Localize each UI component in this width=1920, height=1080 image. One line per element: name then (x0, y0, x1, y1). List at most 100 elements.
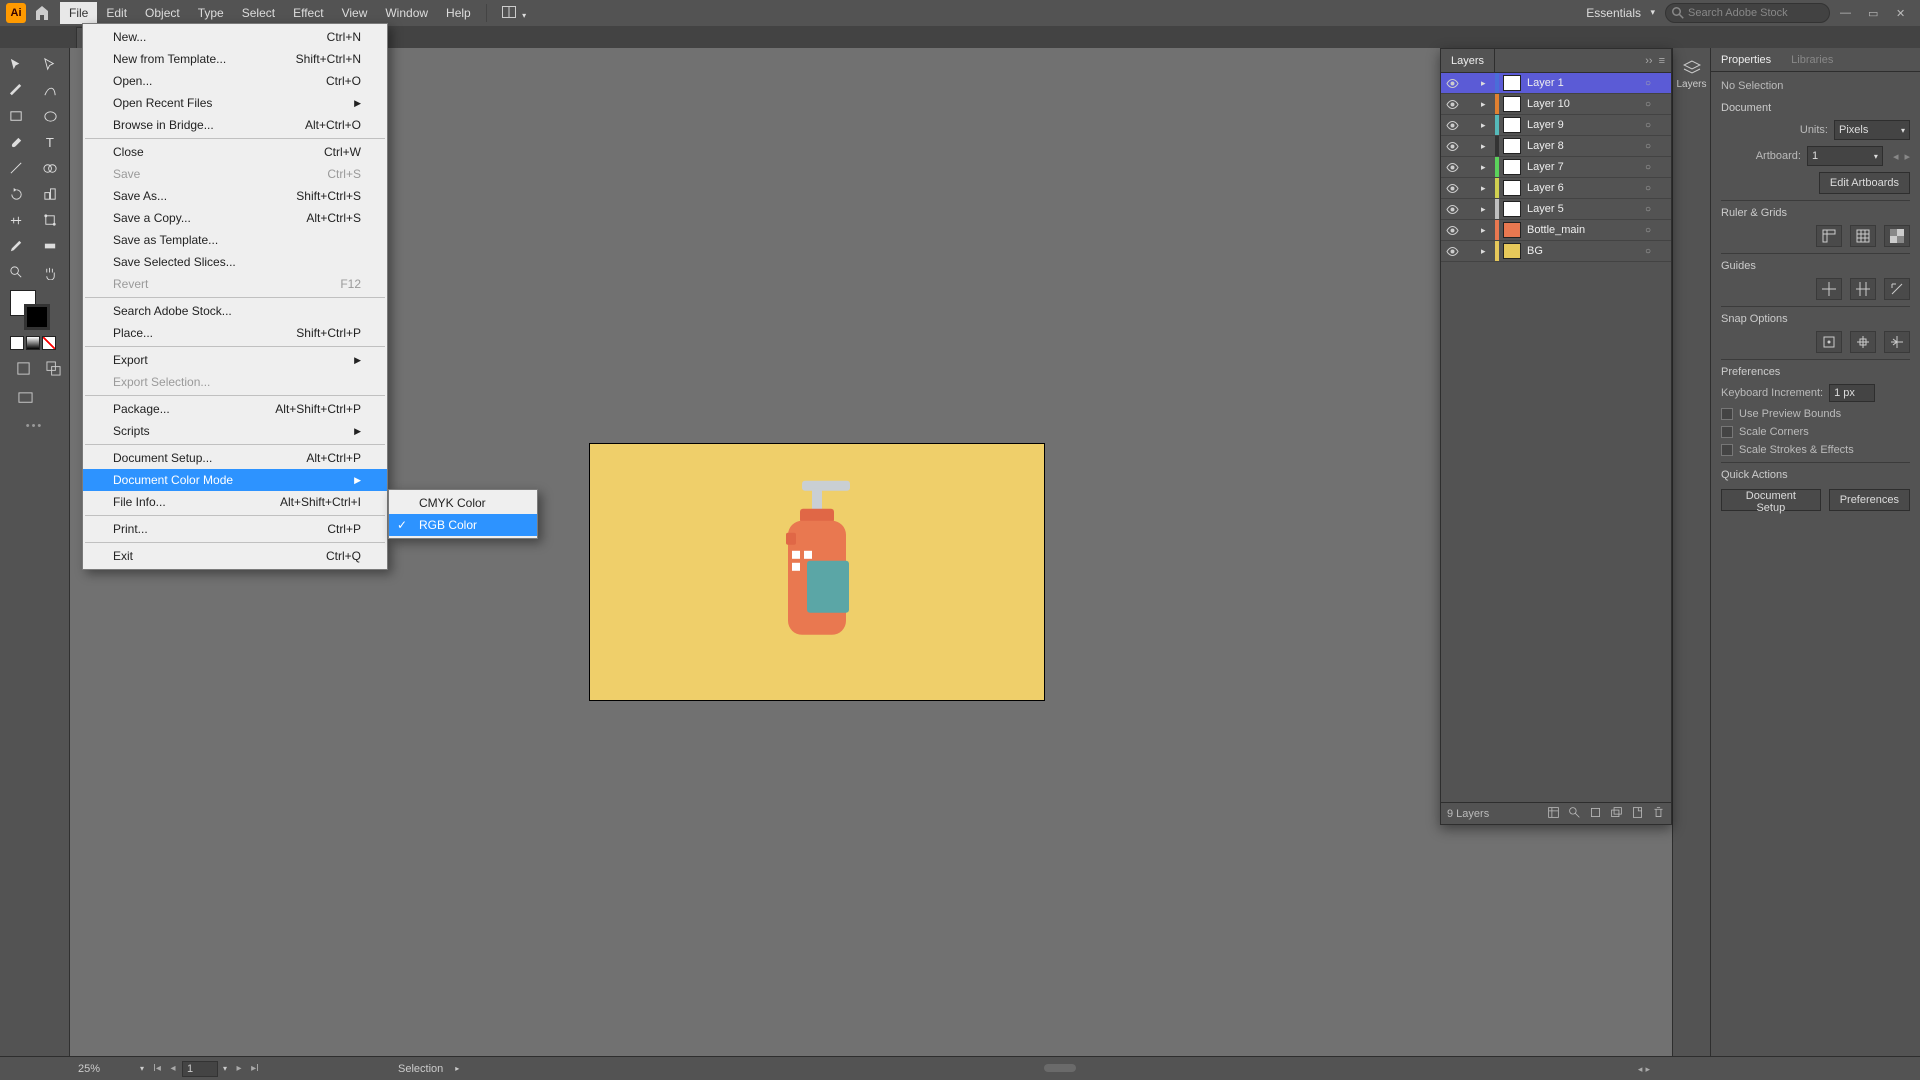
expand-layer-icon[interactable]: ▸ (1481, 141, 1495, 152)
new-sublayer-icon[interactable] (1610, 806, 1623, 822)
lock-guides-icon[interactable] (1850, 278, 1876, 300)
prev-artboard-icon[interactable]: ◂ (1893, 150, 1899, 163)
layer-name[interactable]: Layer 5 (1525, 203, 1639, 215)
zoom-tool[interactable] (2, 260, 32, 284)
file-menu-browse-in-bridge-[interactable]: Browse in Bridge...Alt+Ctrl+O (83, 114, 387, 136)
visibility-toggle-icon[interactable] (1441, 226, 1463, 235)
workspace-switcher[interactable]: Essentials (1586, 6, 1655, 20)
next-artboard-nav-icon[interactable]: ▸ (232, 1063, 246, 1074)
scroll-left-icon[interactable]: ◂ (1638, 1064, 1643, 1074)
expand-layer-icon[interactable]: ▸ (1481, 183, 1495, 194)
menu-object[interactable]: Object (136, 2, 189, 24)
toolbox-more-icon[interactable]: ••• (2, 420, 67, 432)
screenmode-icon[interactable] (10, 386, 40, 410)
gradient-tool[interactable] (36, 234, 66, 258)
checkbox-scale-strokes[interactable] (1721, 444, 1733, 456)
rectangle-tool[interactable] (2, 104, 32, 128)
file-menu-save-a-copy-[interactable]: Save a Copy...Alt+Ctrl+S (83, 207, 387, 229)
layer-row[interactable]: ▸ Layer 1○ (1441, 73, 1671, 94)
search-stock-input[interactable]: Search Adobe Stock (1665, 3, 1830, 23)
menu-file[interactable]: File (60, 2, 97, 24)
pen-tool[interactable] (2, 78, 32, 102)
visibility-toggle-icon[interactable] (1441, 184, 1463, 193)
hscroll-thumb[interactable] (1044, 1064, 1076, 1072)
artboard-number-input[interactable]: 1 (182, 1061, 218, 1077)
visibility-toggle-icon[interactable] (1441, 100, 1463, 109)
scale-tool[interactable] (36, 182, 66, 206)
menu-view[interactable]: View (333, 2, 377, 24)
layer-row[interactable]: ▸Layer 6○ (1441, 178, 1671, 199)
file-menu-close[interactable]: CloseCtrl+W (83, 141, 387, 163)
layer-name[interactable]: Layer 6 (1525, 182, 1639, 194)
layer-row[interactable]: ▸Bottle_main○ (1441, 220, 1671, 241)
visibility-toggle-icon[interactable] (1441, 79, 1463, 88)
expand-layer-icon[interactable]: ▸ (1481, 120, 1495, 131)
units-select[interactable]: Pixels▾ (1834, 120, 1910, 140)
target-icon[interactable]: ○ (1639, 78, 1657, 89)
file-menu-scripts[interactable]: Scripts▶ (83, 420, 387, 442)
layers-nub[interactable]: Layers (1677, 56, 1707, 94)
status-flyout-icon[interactable]: ▸ (455, 1064, 459, 1073)
target-icon[interactable]: ○ (1639, 204, 1657, 215)
expand-layer-icon[interactable]: ▸ (1481, 78, 1495, 89)
gradient-cell[interactable] (26, 336, 40, 350)
width-tool[interactable] (2, 208, 32, 232)
first-artboard-icon[interactable]: I◂ (150, 1063, 164, 1074)
ellipse-tool[interactable] (36, 104, 66, 128)
delete-layer-icon[interactable] (1652, 806, 1665, 822)
expand-layer-icon[interactable]: ▸ (1481, 162, 1495, 173)
snap-point-icon[interactable] (1816, 331, 1842, 353)
selection-tool[interactable] (2, 52, 32, 76)
layer-row[interactable]: ▸Layer 8○ (1441, 136, 1671, 157)
menu-effect[interactable]: Effect (284, 2, 332, 24)
checkbox-preview-bounds[interactable] (1721, 408, 1733, 420)
drawmode-normal-icon[interactable] (10, 356, 38, 380)
expand-layer-icon[interactable]: ▸ (1481, 246, 1495, 257)
window-maximize-icon[interactable]: ▭ (1868, 7, 1886, 19)
ruler-icon[interactable] (1816, 225, 1842, 247)
next-artboard-icon[interactable]: ▸ (1904, 150, 1910, 163)
file-menu-new-from-template-[interactable]: New from Template...Shift+Ctrl+N (83, 48, 387, 70)
window-close-icon[interactable]: ✕ (1896, 7, 1914, 19)
fill-stroke-swatches[interactable] (10, 290, 50, 330)
panel-collapse-icon[interactable]: ›› (1645, 55, 1652, 67)
file-menu-save-as-[interactable]: Save As...Shift+Ctrl+S (83, 185, 387, 207)
expand-layer-icon[interactable]: ▸ (1481, 99, 1495, 110)
layer-name[interactable]: Layer 1 (1525, 77, 1639, 89)
drawmode-behind-icon[interactable] (40, 356, 68, 380)
paintbrush-tool[interactable] (2, 130, 32, 154)
file-menu-open-recent-files[interactable]: Open Recent Files▶ (83, 92, 387, 114)
tab-libraries[interactable]: Libraries (1781, 48, 1843, 71)
prev-artboard-nav-icon[interactable]: ◂ (166, 1063, 180, 1074)
artboard-select[interactable]: 1▾ (1807, 146, 1883, 166)
file-menu-print-[interactable]: Print...Ctrl+P (83, 518, 387, 540)
layer-name[interactable]: Layer 10 (1525, 98, 1639, 110)
color-cell[interactable] (10, 336, 24, 350)
edit-artboards-button[interactable]: Edit Artboards (1819, 172, 1910, 194)
file-menu-document-setup-[interactable]: Document Setup...Alt+Ctrl+P (83, 447, 387, 469)
layer-row[interactable]: ▸Layer 7○ (1441, 157, 1671, 178)
arrange-documents-icon[interactable]: ▾ (493, 2, 535, 25)
color-mode-cmyk-color[interactable]: CMYK Color (389, 492, 537, 514)
stroke-swatch[interactable] (24, 304, 50, 330)
hand-tool[interactable] (36, 260, 66, 284)
menu-help[interactable]: Help (437, 2, 480, 24)
expand-layer-icon[interactable]: ▸ (1481, 204, 1495, 215)
visibility-toggle-icon[interactable] (1441, 163, 1463, 172)
file-menu-file-info-[interactable]: File Info...Alt+Shift+Ctrl+I (83, 491, 387, 513)
target-icon[interactable]: ○ (1639, 225, 1657, 236)
layer-name[interactable]: Layer 8 (1525, 140, 1639, 152)
visibility-toggle-icon[interactable] (1441, 247, 1463, 256)
new-layer-icon[interactable] (1631, 806, 1644, 822)
shape-builder-tool[interactable] (36, 156, 66, 180)
expand-layer-icon[interactable]: ▸ (1481, 225, 1495, 236)
document-setup-button[interactable]: Document Setup (1721, 489, 1821, 511)
menu-type[interactable]: Type (189, 2, 233, 24)
layer-row[interactable]: ▸Layer 10○ (1441, 94, 1671, 115)
layer-name[interactable]: Layer 7 (1525, 161, 1639, 173)
file-menu-new-[interactable]: New...Ctrl+N (83, 26, 387, 48)
transparency-grid-icon[interactable] (1884, 225, 1910, 247)
line-tool[interactable] (2, 156, 32, 180)
direct-selection-tool[interactable] (36, 52, 66, 76)
layer-name[interactable]: BG (1525, 245, 1639, 257)
